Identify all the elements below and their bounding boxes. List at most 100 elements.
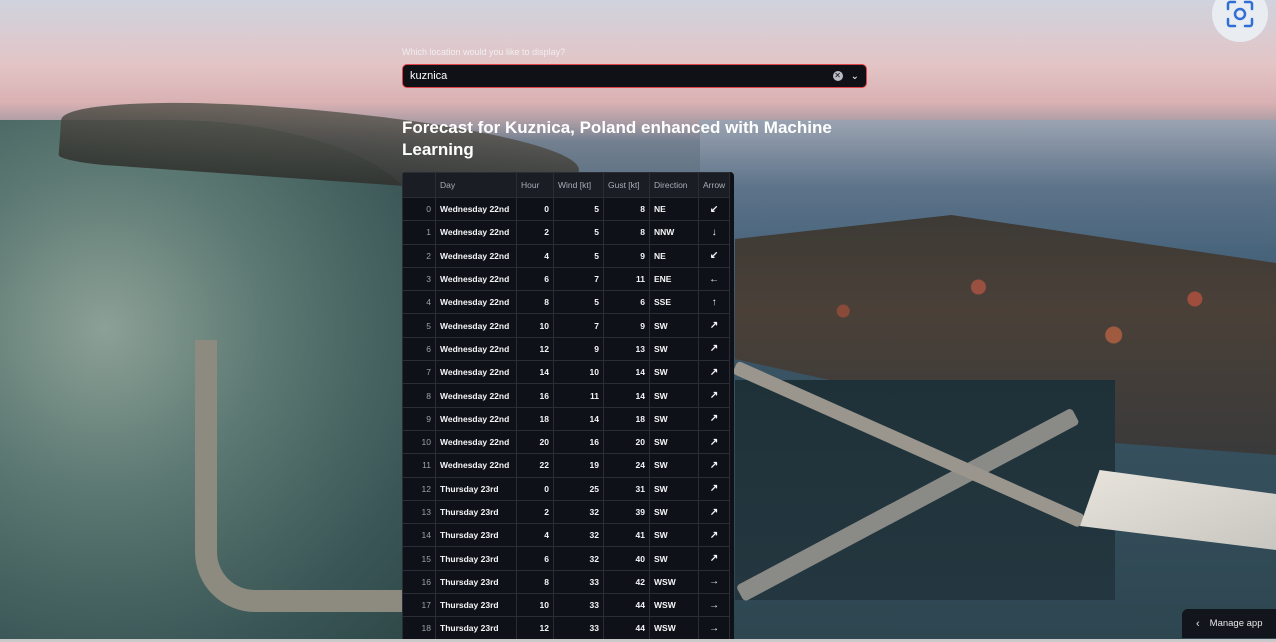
cell-gust[interactable]: 39 bbox=[603, 499, 650, 525]
table-row[interactable]: 13 Thursday 23rd 2 32 39 SW ↗ bbox=[402, 499, 731, 525]
cell-direction[interactable]: SW bbox=[649, 453, 699, 478]
cell-day[interactable]: Wednesday 22nd bbox=[435, 406, 517, 431]
cell-day[interactable]: Wednesday 22nd bbox=[435, 336, 517, 362]
cell-hour[interactable]: 18 bbox=[516, 406, 554, 431]
cell-gust[interactable]: 11 bbox=[603, 266, 650, 292]
cell-wind[interactable]: 7 bbox=[553, 313, 604, 338]
cell-direction[interactable]: SW bbox=[649, 313, 699, 338]
cell-index[interactable]: 6 bbox=[402, 336, 436, 362]
table-row[interactable]: 5 Wednesday 22nd 10 7 9 SW ↗ bbox=[402, 313, 731, 338]
cell-wind[interactable]: 16 bbox=[553, 429, 604, 455]
cell-gust[interactable]: 24 bbox=[603, 453, 650, 478]
cell-arrow[interactable]: ↗ bbox=[697, 476, 731, 501]
cell-arrow[interactable]: ↗ bbox=[697, 313, 731, 338]
cell-arrow[interactable]: ↗ bbox=[697, 429, 731, 455]
cell-hour[interactable]: 6 bbox=[516, 266, 554, 292]
cell-direction[interactable]: WSW bbox=[649, 593, 699, 618]
cell-gust[interactable]: 20 bbox=[603, 429, 650, 455]
cell-hour[interactable]: 4 bbox=[516, 523, 554, 548]
cell-index[interactable]: 18 bbox=[402, 616, 436, 641]
table-row[interactable]: 8 Wednesday 22nd 16 11 14 SW ↗ bbox=[402, 383, 731, 408]
cell-hour[interactable]: 2 bbox=[516, 220, 554, 245]
cell-index[interactable]: 16 bbox=[402, 569, 436, 595]
cell-index[interactable]: 11 bbox=[402, 453, 436, 478]
column-header-wind[interactable]: Wind [kt] bbox=[553, 172, 604, 198]
cell-index[interactable]: 10 bbox=[402, 429, 436, 455]
table-row[interactable]: 9 Wednesday 22nd 18 14 18 SW ↗ bbox=[402, 406, 731, 431]
cell-gust[interactable]: 44 bbox=[603, 593, 650, 618]
cell-wind[interactable]: 5 bbox=[553, 220, 604, 245]
cell-day[interactable]: Thursday 23rd bbox=[435, 476, 517, 501]
cell-arrow[interactable]: ← bbox=[697, 266, 731, 292]
table-row[interactable]: 17 Thursday 23rd 10 33 44 WSW → bbox=[402, 593, 731, 618]
cell-direction[interactable]: ENE bbox=[649, 266, 699, 292]
cell-hour[interactable]: 20 bbox=[516, 429, 554, 455]
cell-hour[interactable]: 12 bbox=[516, 336, 554, 362]
cell-direction[interactable]: SW bbox=[649, 336, 699, 362]
cell-gust[interactable]: 41 bbox=[603, 523, 650, 548]
cell-arrow[interactable]: → bbox=[697, 593, 731, 618]
location-select[interactable]: kuznica ✕ ⌄ bbox=[402, 64, 867, 88]
cell-direction[interactable]: WSW bbox=[649, 616, 699, 641]
cell-hour[interactable]: 0 bbox=[516, 196, 554, 222]
cell-hour[interactable]: 10 bbox=[516, 593, 554, 618]
cell-direction[interactable]: SW bbox=[649, 383, 699, 408]
table-row[interactable]: 3 Wednesday 22nd 6 7 11 ENE ← bbox=[402, 266, 731, 292]
cell-index[interactable]: 2 bbox=[402, 243, 436, 268]
cell-hour[interactable]: 6 bbox=[516, 546, 554, 571]
cell-arrow[interactable]: ↗ bbox=[697, 383, 731, 408]
cell-wind[interactable]: 5 bbox=[553, 290, 604, 315]
cell-direction[interactable]: WSW bbox=[649, 569, 699, 595]
cell-wind[interactable]: 9 bbox=[553, 336, 604, 362]
cell-hour[interactable]: 0 bbox=[516, 476, 554, 501]
column-header-day[interactable]: Day bbox=[435, 172, 517, 198]
cell-wind[interactable]: 7 bbox=[553, 266, 604, 292]
cell-hour[interactable]: 4 bbox=[516, 243, 554, 268]
cell-arrow[interactable]: → bbox=[697, 569, 731, 595]
cell-day[interactable]: Wednesday 22nd bbox=[435, 313, 517, 338]
cell-index[interactable]: 12 bbox=[402, 476, 436, 501]
cell-wind[interactable]: 33 bbox=[553, 593, 604, 618]
cell-gust[interactable]: 8 bbox=[603, 220, 650, 245]
cell-hour[interactable]: 8 bbox=[516, 569, 554, 595]
cell-day[interactable]: Thursday 23rd bbox=[435, 616, 517, 641]
cell-index[interactable]: 7 bbox=[402, 360, 436, 385]
cell-direction[interactable]: SW bbox=[649, 360, 699, 385]
cell-direction[interactable]: NE bbox=[649, 196, 699, 222]
cell-index[interactable]: 14 bbox=[402, 523, 436, 548]
cell-hour[interactable]: 22 bbox=[516, 453, 554, 478]
cell-wind[interactable]: 5 bbox=[553, 196, 604, 222]
cell-wind[interactable]: 14 bbox=[553, 406, 604, 431]
cell-index[interactable]: 0 bbox=[402, 196, 436, 222]
cell-arrow[interactable]: ↙ bbox=[697, 196, 731, 222]
cell-arrow[interactable]: ↗ bbox=[697, 336, 731, 362]
cell-direction[interactable]: SW bbox=[649, 523, 699, 548]
table-row[interactable]: 0 Wednesday 22nd 0 5 8 NE ↙ bbox=[402, 196, 731, 222]
table-row[interactable]: 14 Thursday 23rd 4 32 41 SW ↗ bbox=[402, 523, 731, 548]
cell-gust[interactable]: 31 bbox=[603, 476, 650, 501]
column-header-hour[interactable]: Hour bbox=[516, 172, 554, 198]
cell-index[interactable]: 4 bbox=[402, 290, 436, 315]
cell-hour[interactable]: 2 bbox=[516, 499, 554, 525]
table-row[interactable]: 16 Thursday 23rd 8 33 42 WSW → bbox=[402, 569, 731, 595]
cell-day[interactable]: Wednesday 22nd bbox=[435, 383, 517, 408]
cell-gust[interactable]: 13 bbox=[603, 336, 650, 362]
table-row[interactable]: 10 Wednesday 22nd 20 16 20 SW ↗ bbox=[402, 429, 731, 455]
cell-wind[interactable]: 33 bbox=[553, 616, 604, 641]
table-row[interactable]: 2 Wednesday 22nd 4 5 9 NE ↙ bbox=[402, 243, 731, 268]
cell-day[interactable]: Wednesday 22nd bbox=[435, 360, 517, 385]
cell-day[interactable]: Wednesday 22nd bbox=[435, 266, 517, 292]
table-row[interactable]: 12 Thursday 23rd 0 25 31 SW ↗ bbox=[402, 476, 731, 501]
cell-index[interactable]: 5 bbox=[402, 313, 436, 338]
clear-icon[interactable]: ✕ bbox=[832, 71, 843, 81]
cell-direction[interactable]: SW bbox=[649, 546, 699, 571]
cell-index[interactable]: 15 bbox=[402, 546, 436, 571]
cell-day[interactable]: Thursday 23rd bbox=[435, 546, 517, 571]
cell-hour[interactable]: 16 bbox=[516, 383, 554, 408]
cell-arrow[interactable]: ↗ bbox=[697, 453, 731, 478]
cell-arrow[interactable]: ↗ bbox=[697, 523, 731, 548]
cell-gust[interactable]: 9 bbox=[603, 313, 650, 338]
table-row[interactable]: 18 Thursday 23rd 12 33 44 WSW → bbox=[402, 616, 731, 641]
cell-gust[interactable]: 9 bbox=[603, 243, 650, 268]
cell-gust[interactable]: 44 bbox=[603, 616, 650, 641]
